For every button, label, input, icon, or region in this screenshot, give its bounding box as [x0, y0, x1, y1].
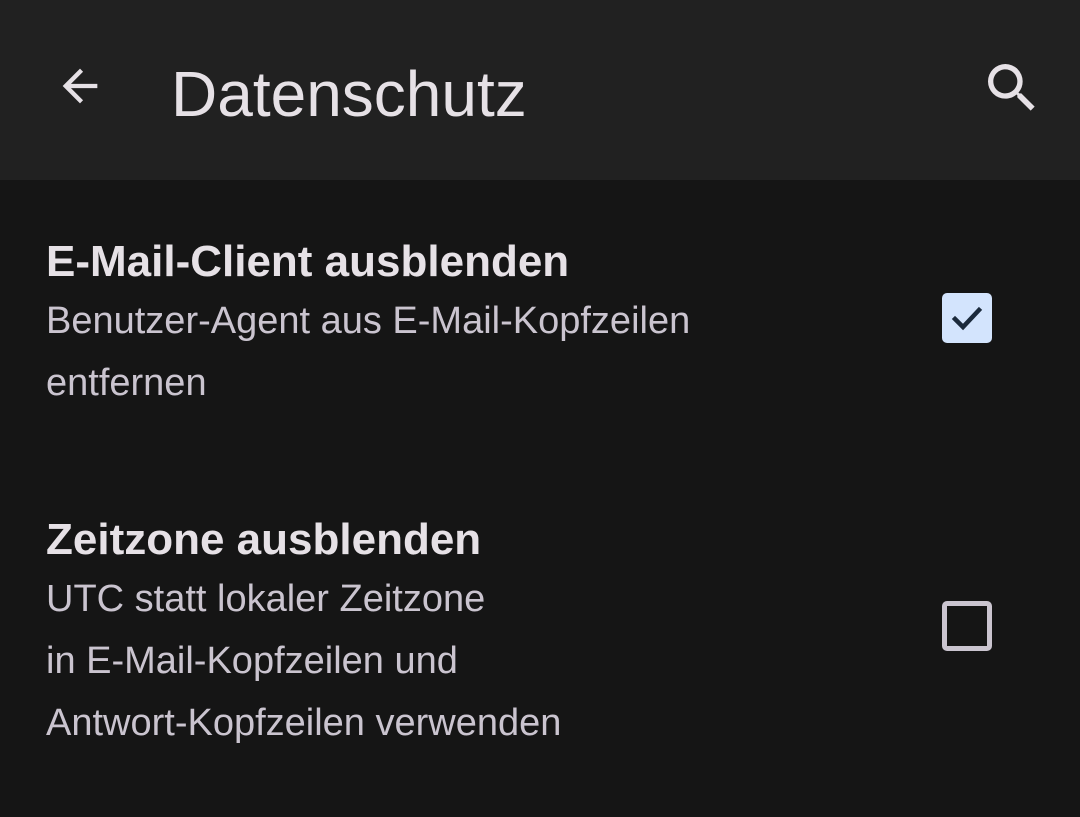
preference-summary: UTC statt lokaler Zeitzone in E-Mail-Kop…	[46, 568, 876, 754]
checkmark-icon	[942, 293, 992, 343]
preference-text: Zeitzone ausblenden UTC statt lokaler Ze…	[46, 512, 876, 754]
preference-text: E-Mail-Client ausblenden Benutzer-Agent …	[46, 234, 876, 414]
hide-email-client-checkbox[interactable]	[942, 293, 992, 343]
preference-hide-timezone[interactable]: Zeitzone ausblenden UTC statt lokaler Ze…	[0, 484, 1080, 784]
preference-title: Zeitzone ausblenden	[46, 515, 482, 564]
search-button[interactable]	[972, 50, 1052, 130]
preference-hide-email-client[interactable]: E-Mail-Client ausblenden Benutzer-Agent …	[0, 206, 1080, 430]
search-icon	[980, 56, 1044, 125]
summary-line: Antwort-Kopfzeilen verwenden	[46, 702, 562, 744]
hide-timezone-checkbox[interactable]	[942, 601, 992, 651]
summary-line: entfernen	[46, 362, 207, 404]
top-app-bar: Datenschutz	[0, 0, 1080, 180]
preference-summary: Benutzer-Agent aus E-Mail-Kopfzeilen ent…	[46, 290, 876, 414]
page-title: Datenschutz	[171, 58, 527, 130]
summary-line: UTC statt lokaler Zeitzone	[46, 578, 486, 620]
arrow-back-icon	[54, 60, 106, 117]
preference-title: E-Mail-Client ausblenden	[46, 237, 570, 286]
summary-line: Benutzer-Agent aus E-Mail-Kopfzeilen	[46, 300, 691, 342]
back-button[interactable]	[42, 50, 118, 126]
summary-line: in E-Mail-Kopfzeilen und	[46, 640, 458, 682]
privacy-settings-screen: Datenschutz E-Mail-Client ausblenden Ben…	[0, 0, 1080, 817]
